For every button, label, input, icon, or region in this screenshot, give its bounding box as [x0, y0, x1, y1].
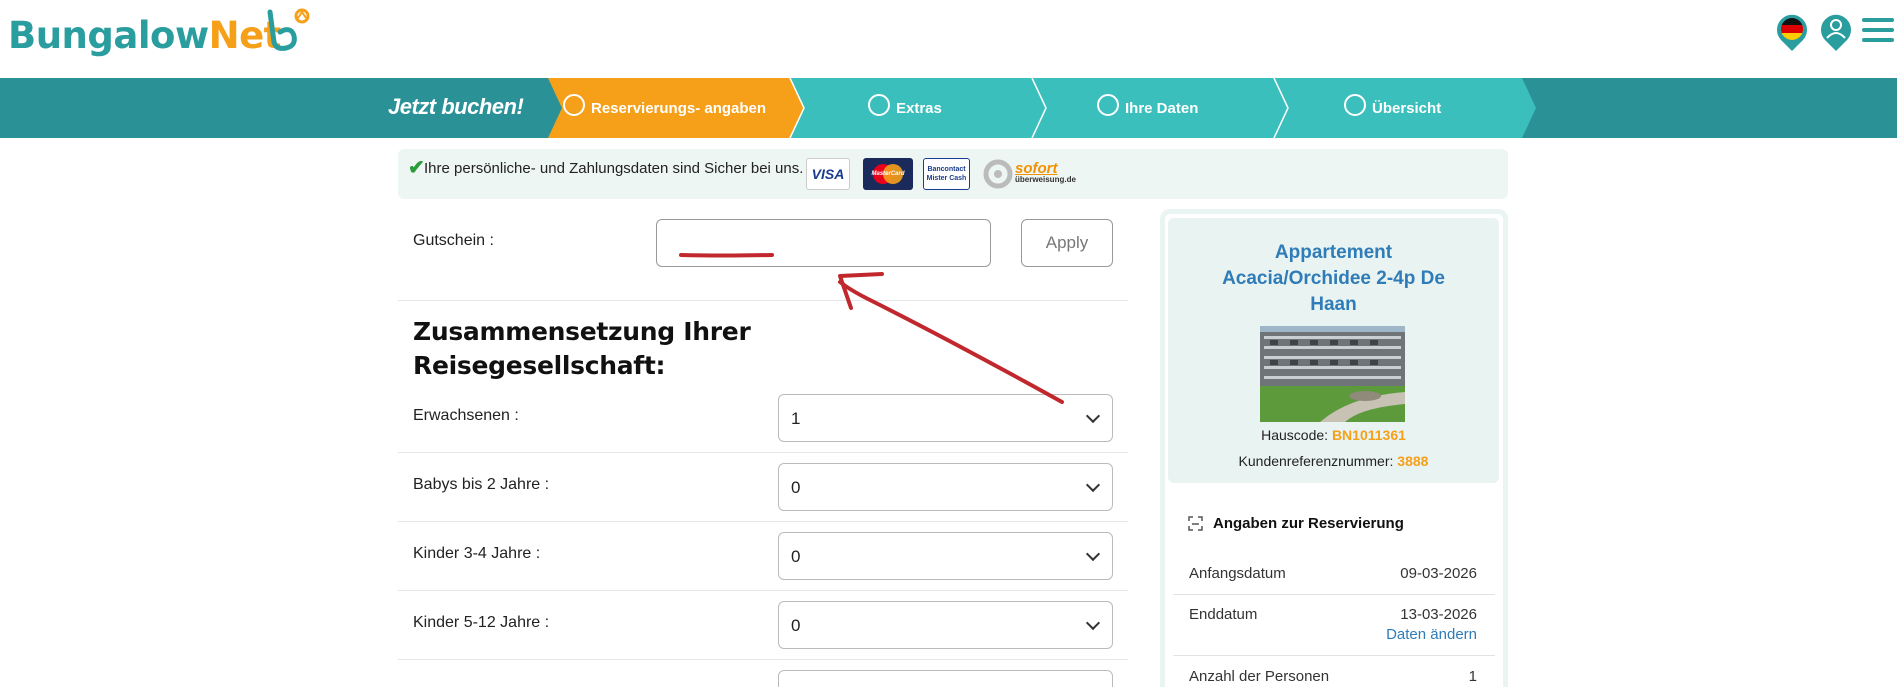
property-photo[interactable]	[1260, 326, 1405, 422]
chevron-down-icon	[1085, 477, 1101, 493]
sofort-ring-icon	[983, 159, 1013, 189]
steps-title: Jetzt buchen!	[388, 94, 524, 119]
property-title[interactable]: Appartement Acacia/Orchidee 2-4p De Haan	[1168, 240, 1499, 318]
step-circle-icon	[1097, 94, 1119, 116]
chevron-down-icon	[1085, 615, 1101, 631]
building-photo-image	[1260, 326, 1405, 422]
secure-text: Ihre persönliche- und Zahlungsdaten sind…	[424, 160, 804, 177]
adults-select[interactable]: 1	[778, 394, 1113, 442]
logo-mark-icon	[267, 8, 310, 51]
adults-label: Erwachsenen :	[413, 407, 519, 424]
visa-logo: VISA	[806, 158, 850, 190]
step-extras[interactable]: Extras	[868, 78, 942, 138]
divider	[398, 300, 1128, 301]
step-circle-icon	[563, 94, 585, 116]
babies-label: Babys bis 2 Jahre :	[413, 476, 550, 493]
children-3-4-select[interactable]: 0	[778, 532, 1113, 580]
divider	[1173, 594, 1495, 595]
bancontact-logo: Bancontact Mister Cash	[923, 158, 970, 190]
start-date-value: 09-03-2026	[1400, 565, 1477, 582]
divider	[1173, 655, 1495, 656]
step-circle-icon	[868, 94, 890, 116]
persons-label: Anzahl der Personen	[1189, 668, 1330, 685]
step-uebersicht[interactable]: Übersicht	[1344, 78, 1441, 138]
secure-payment-notice: ✔ Ihre persönliche- und Zahlungsdaten si…	[398, 149, 1508, 199]
checkmark-icon: ✔	[408, 157, 425, 179]
children-3-4-label: Kinder 3-4 Jahre :	[413, 545, 541, 562]
booking-steps-bar: Jetzt buchen! Reservierungs- angaben Ext…	[0, 78, 1897, 138]
hamburger-menu-icon[interactable]	[1862, 18, 1894, 44]
end-date-label: Enddatum	[1189, 606, 1258, 623]
german-flag-icon[interactable]	[1775, 12, 1809, 52]
steps-arrows	[548, 78, 1536, 138]
divider	[398, 452, 1128, 453]
sofort-logo: sofort überweisung.de	[983, 158, 1078, 190]
chevron-down-icon	[1085, 408, 1101, 424]
user-account-icon[interactable]	[1819, 12, 1853, 52]
expand-icon	[1188, 516, 1203, 531]
divider	[398, 659, 1128, 660]
step-ihre-daten[interactable]: Ihre Daten	[1097, 78, 1198, 138]
party-heading: Zusammensetzung Ihrer Reisegesellschaft:	[413, 317, 751, 380]
divider	[398, 590, 1128, 591]
voucher-input[interactable]	[656, 219, 991, 267]
persons-value: 1	[1468, 668, 1477, 685]
kundenreferenz-line: Kundenreferenznummer: 3888	[1238, 453, 1429, 469]
step-circle-icon	[1344, 94, 1366, 116]
partial-select[interactable]	[778, 670, 1113, 687]
step-reservierungsangaben[interactable]: Reservierungs- angaben	[563, 78, 766, 138]
children-5-12-select[interactable]: 0	[778, 601, 1113, 649]
end-date-value: 13-03-2026	[1400, 606, 1477, 623]
children-5-12-label: Kinder 5-12 Jahre :	[413, 614, 550, 631]
property-card: Appartement Acacia/Orchidee 2-4p De Haan…	[1168, 218, 1499, 483]
start-date-label: Anfangsdatum	[1189, 565, 1286, 582]
hauscode-line: Hauscode: BN1011361	[1261, 427, 1406, 443]
apply-voucher-button[interactable]: Apply	[1021, 219, 1113, 267]
voucher-label: Gutschein :	[413, 232, 494, 249]
bungalownet-logo[interactable]: BungalowNet	[8, 14, 281, 57]
change-dates-link[interactable]: Daten ändern	[1386, 626, 1477, 643]
divider	[398, 521, 1128, 522]
mastercard-logo: MasterCard	[863, 158, 913, 190]
chevron-down-icon	[1085, 546, 1101, 562]
reservation-heading: Angaben zur Reservierung	[1213, 515, 1404, 532]
babies-select[interactable]: 0	[778, 463, 1113, 511]
